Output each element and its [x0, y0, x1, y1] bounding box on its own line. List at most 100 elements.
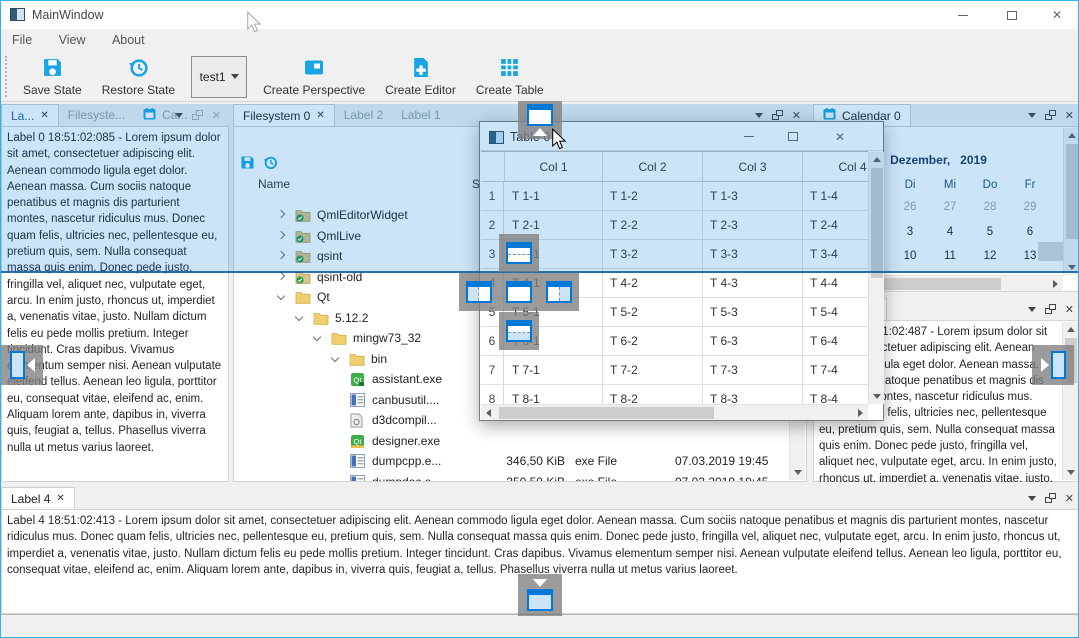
- chevron-down-icon[interactable]: [313, 333, 321, 341]
- close-icon[interactable]: ✕: [792, 109, 801, 122]
- table-cell[interactable]: T 1-2: [603, 182, 703, 211]
- menu-view[interactable]: View: [48, 29, 97, 47]
- tab-label-0[interactable]: La... ✕: [1, 104, 59, 126]
- menu-about[interactable]: About: [101, 29, 156, 47]
- table-row[interactable]: 3T 3-1T 3-2T 3-3T 3-4: [481, 240, 868, 269]
- detach-icon[interactable]: [1045, 304, 1056, 314]
- table-column-header[interactable]: Col 1: [505, 152, 603, 182]
- chevron-right-icon[interactable]: [277, 271, 285, 279]
- table-cell[interactable]: T 4-2: [603, 269, 703, 298]
- table-maximize-button[interactable]: [776, 122, 810, 151]
- calendar-day[interactable]: 29: [1010, 201, 1050, 213]
- create-table-button[interactable]: Create Table: [466, 52, 554, 101]
- table-cell[interactable]: T 7-2: [603, 356, 703, 385]
- chevron-down-icon[interactable]: [295, 312, 303, 320]
- table-cell[interactable]: T 8-3: [703, 385, 803, 404]
- drop-indicator-area-left[interactable]: [459, 273, 499, 311]
- table-cell[interactable]: T 7-4: [803, 356, 868, 385]
- table-cell[interactable]: T 4-3: [703, 269, 803, 298]
- calendar-vscrollbar[interactable]: [1063, 128, 1079, 275]
- table-cell[interactable]: T 6-3: [703, 327, 803, 356]
- close-icon[interactable]: ✕: [40, 110, 48, 121]
- table-cell[interactable]: T 1-4: [803, 182, 868, 211]
- table-cell[interactable]: T 1-3: [703, 182, 803, 211]
- table-hscrollbar[interactable]: [481, 404, 868, 420]
- titlebar[interactable]: MainWindow ✕: [1, 1, 1078, 29]
- tab-label-1[interactable]: Label 1: [392, 104, 449, 126]
- table-cell[interactable]: T 5-3: [703, 298, 803, 327]
- tree-item[interactable]: dumpcpp.e...346,50 KiBexe File07.03.2019…: [234, 452, 794, 472]
- drop-indicator-area-bottom[interactable]: [499, 312, 539, 350]
- calendar-day[interactable]: 7: [1050, 226, 1063, 238]
- create-editor-button[interactable]: Create Editor: [375, 52, 466, 101]
- maximize-button[interactable]: [995, 1, 1029, 29]
- tab-label-2[interactable]: Label 2: [335, 104, 392, 126]
- drop-indicator-container-right[interactable]: [1032, 345, 1074, 385]
- calendar-day[interactable]: 27: [930, 201, 970, 213]
- table-cell[interactable]: T 8-2: [603, 385, 703, 404]
- table-minimize-button[interactable]: [732, 122, 766, 151]
- calendar-day[interactable]: 13: [1010, 250, 1050, 262]
- floating-table-window[interactable]: Table 0 ✕ Col 1Col 2Col 3Col 41T 1-1T 1-…: [479, 121, 884, 421]
- dock-menu-icon[interactable]: [1028, 113, 1036, 122]
- chevron-right-icon[interactable]: [277, 210, 285, 218]
- tree-item[interactable]: dumpdoc.e...250,50 KiBexe File07.03.2019…: [234, 473, 794, 482]
- detach-icon[interactable]: [772, 110, 783, 120]
- table-cell[interactable]: T 2-2: [603, 211, 703, 240]
- drop-indicator-area-center[interactable]: [499, 273, 539, 311]
- table-cell[interactable]: T 6-4: [803, 327, 868, 356]
- calendar-day[interactable]: 26: [890, 201, 930, 213]
- table-cell[interactable]: T 5-4: [803, 298, 868, 327]
- calendar-day[interactable]: 28: [970, 201, 1010, 213]
- table-cell[interactable]: T 1-1: [505, 182, 603, 211]
- table-cell[interactable]: T 5-2: [603, 298, 703, 327]
- perspective-combo[interactable]: test1: [191, 56, 247, 98]
- detach-icon[interactable]: [192, 110, 203, 120]
- table-cell[interactable]: T 7-3: [703, 356, 803, 385]
- table-column-header[interactable]: Col 3: [703, 152, 803, 182]
- minimize-button[interactable]: [946, 1, 980, 29]
- close-icon[interactable]: ✕: [316, 110, 324, 121]
- table-cell[interactable]: T 2-4: [803, 211, 868, 240]
- restore-state-button[interactable]: Restore State: [92, 52, 185, 101]
- calendar-day[interactable]: 30: [1050, 201, 1063, 213]
- table-cell[interactable]: T 4-4: [803, 269, 868, 298]
- table-row[interactable]: 8T 8-1T 8-2T 8-3T 8-4: [481, 385, 868, 404]
- close-button[interactable]: ✕: [1040, 1, 1074, 29]
- table-cell[interactable]: T 7-1: [505, 356, 603, 385]
- toolbar-grip[interactable]: [5, 56, 11, 97]
- dock-menu-icon[interactable]: [175, 113, 183, 122]
- menu-file[interactable]: File: [1, 29, 43, 47]
- chevron-down-icon[interactable]: [277, 292, 285, 300]
- table-column-header[interactable]: Col 4: [803, 152, 868, 182]
- close-icon[interactable]: ✕: [1065, 109, 1074, 122]
- table-cell[interactable]: T 2-3: [703, 211, 803, 240]
- close-icon[interactable]: ✕: [212, 109, 221, 122]
- detach-icon[interactable]: [1045, 493, 1056, 503]
- table-row[interactable]: 2T 2-1T 2-2T 2-3T 2-4: [481, 211, 868, 240]
- drop-indicator-container-bottom[interactable]: [518, 574, 562, 616]
- chevron-down-icon[interactable]: [331, 353, 339, 361]
- tab-filesystem-1[interactable]: Filesyste...: [59, 104, 134, 126]
- table-column-header[interactable]: Col 2: [603, 152, 703, 182]
- table-cell[interactable]: T 8-1: [505, 385, 603, 404]
- drop-indicator-area-right[interactable]: [539, 273, 579, 311]
- calendar-day[interactable]: 10: [890, 250, 930, 262]
- close-icon[interactable]: ✕: [1065, 303, 1074, 316]
- calendar-day[interactable]: 5: [970, 226, 1010, 238]
- table-cell[interactable]: T 3-2: [603, 240, 703, 269]
- close-icon[interactable]: ✕: [56, 493, 64, 504]
- dock-menu-icon[interactable]: [1028, 307, 1036, 316]
- table-close-button[interactable]: ✕: [823, 122, 857, 151]
- table-vscrollbar[interactable]: [868, 152, 884, 404]
- dock-menu-icon[interactable]: [1028, 496, 1036, 505]
- calendar-day[interactable]: 11: [930, 250, 970, 262]
- calendar-day[interactable]: 14: [1050, 250, 1063, 262]
- calendar-day[interactable]: 4: [930, 226, 970, 238]
- detach-icon[interactable]: [1045, 110, 1056, 120]
- table-cell[interactable]: T 8-4: [803, 385, 868, 404]
- table-cell[interactable]: T 3-3: [703, 240, 803, 269]
- calendar-day[interactable]: 6: [1010, 226, 1050, 238]
- chevron-right-icon[interactable]: [277, 251, 285, 259]
- create-perspective-button[interactable]: Create Perspective: [253, 52, 375, 101]
